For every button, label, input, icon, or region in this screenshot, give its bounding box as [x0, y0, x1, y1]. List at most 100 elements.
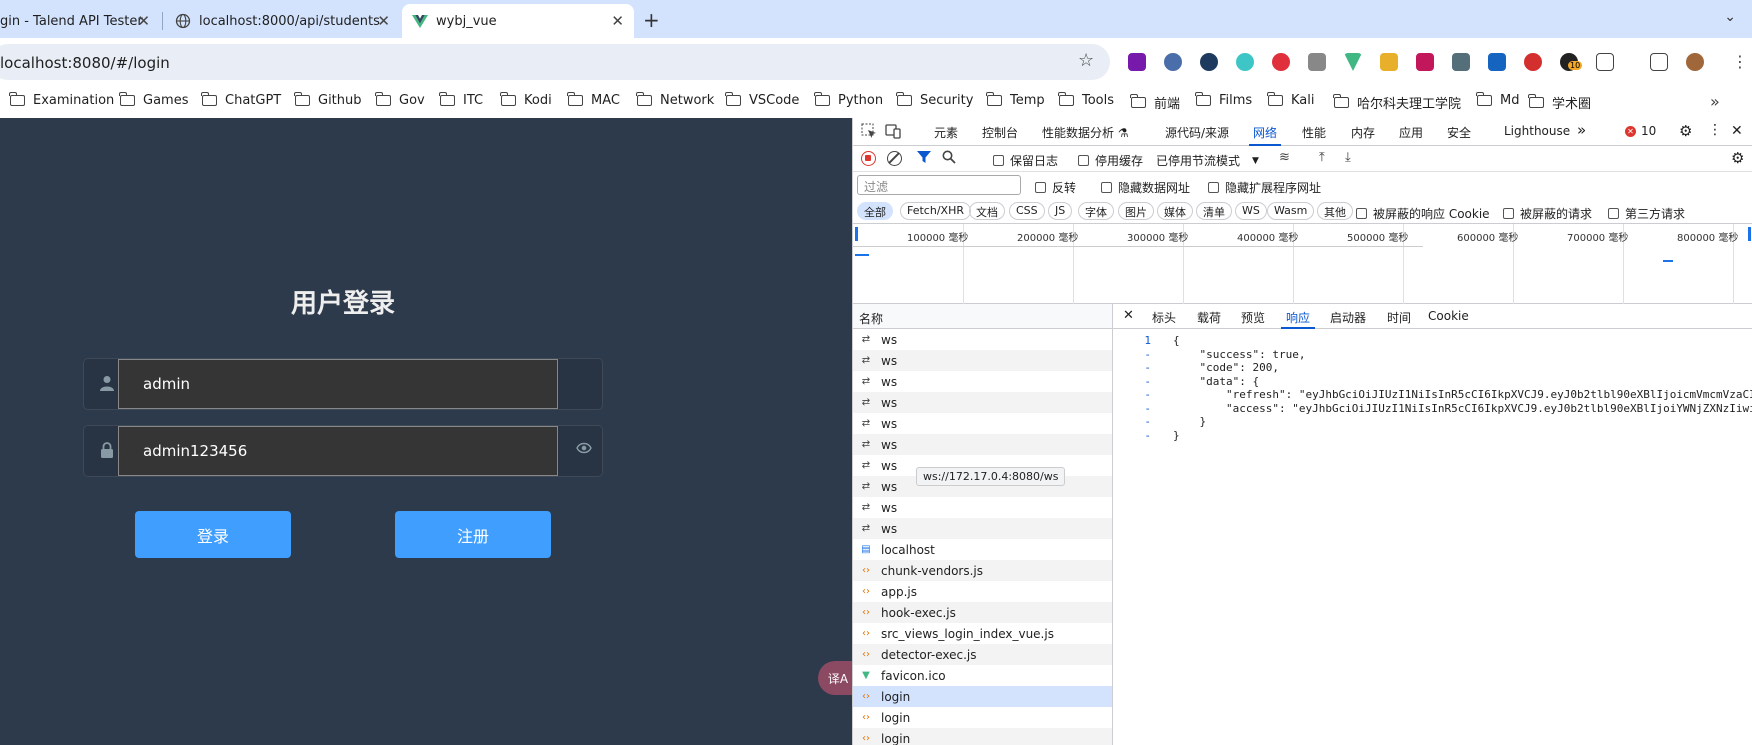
detail-tab-payload[interactable]: 载荷: [1197, 309, 1221, 326]
onenote-extension-icon[interactable]: [1128, 53, 1146, 71]
extension-icon[interactable]: [1524, 53, 1542, 71]
request-row[interactable]: ‹› login: [853, 686, 1112, 707]
bookmark-folder[interactable]: ITC: [439, 92, 483, 108]
clear-icon[interactable]: [887, 151, 902, 166]
chevron-double-right-icon[interactable]: »: [1710, 92, 1720, 111]
devtools-tab-console[interactable]: 控制台: [982, 124, 1018, 141]
request-row[interactable]: ‹› chunk-vendors.js: [853, 560, 1112, 581]
detail-tab-headers[interactable]: 标头: [1152, 309, 1176, 326]
close-icon[interactable]: ✕: [1731, 123, 1743, 139]
upload-icon[interactable]: ⤒: [1319, 150, 1325, 165]
bookmark-folder[interactable]: 哈尔科夫理工学院: [1333, 93, 1461, 112]
detail-tab-response[interactable]: 响应: [1280, 309, 1316, 329]
request-row[interactable]: ‹› app.js: [853, 581, 1112, 602]
browser-tab-talend[interactable]: gin - Talend API Tester ✕: [0, 4, 160, 38]
request-row[interactable]: ▤ localhost: [853, 539, 1112, 560]
third-party-checkbox[interactable]: 第三方请求: [1608, 205, 1685, 222]
devtools-tab-elements[interactable]: 元素: [934, 124, 958, 141]
detail-tab-initiator[interactable]: 启动器: [1330, 309, 1366, 326]
bookmark-folder[interactable]: Network: [636, 92, 714, 108]
adblock-extension-icon[interactable]: [1272, 53, 1290, 71]
timeline-start-handle[interactable]: [855, 227, 858, 241]
puzzle-icon[interactable]: [1596, 53, 1614, 71]
disable-cache-checkbox[interactable]: 停用缓存: [1078, 152, 1143, 169]
check-extension-icon[interactable]: [1200, 53, 1218, 71]
blocked-requests-checkbox[interactable]: 被屏蔽的请求: [1503, 205, 1592, 222]
record-stop-icon[interactable]: [861, 151, 876, 166]
type-filter-fetch-xhr[interactable]: Fetch/XHR: [900, 202, 971, 220]
error-counter[interactable]: ✕ 10: [1625, 124, 1656, 138]
bookmark-folder[interactable]: ChatGPT: [201, 92, 281, 108]
extension-icon[interactable]: [1416, 53, 1434, 71]
bookmark-folder[interactable]: Md: [1476, 92, 1519, 108]
type-filter-css[interactable]: CSS: [1009, 202, 1045, 220]
bookmark-folder[interactable]: Games: [119, 92, 188, 108]
bookmark-folder[interactable]: Films: [1195, 92, 1252, 108]
request-row[interactable]: ▼ favicon.ico: [853, 665, 1112, 686]
bookmark-folder[interactable]: Tools: [1058, 92, 1114, 108]
devtools-tab-performance-insights[interactable]: 性能数据分析 ⚗: [1042, 124, 1129, 141]
bookmark-folder[interactable]: 前端: [1130, 93, 1180, 112]
username-input[interactable]: [118, 359, 558, 409]
detail-tab-cookies[interactable]: Cookie: [1428, 309, 1469, 323]
p-extension-icon[interactable]: [1236, 53, 1254, 71]
request-row[interactable]: ‹› login: [853, 728, 1112, 745]
type-filter-wasm[interactable]: Wasm: [1267, 202, 1315, 220]
browser-tab-wybj-vue[interactable]: wybj_vue ✕: [402, 4, 634, 38]
gear-icon[interactable]: ⚙: [1679, 122, 1692, 140]
type-filter-js[interactable]: JS: [1048, 202, 1073, 220]
password-input[interactable]: [118, 426, 558, 476]
bookmark-folder[interactable]: Kodi: [500, 92, 552, 108]
request-row[interactable]: ⇄ ws: [853, 329, 1112, 350]
request-row[interactable]: ⇄ ws: [853, 413, 1112, 434]
devtools-tab-performance[interactable]: 性能: [1302, 124, 1326, 141]
extension-icon[interactable]: [1308, 53, 1326, 71]
type-filter-doc[interactable]: 文档: [969, 202, 1005, 220]
detail-tab-timing[interactable]: 时间: [1387, 309, 1411, 326]
network-conditions-icon[interactable]: ≋: [1279, 150, 1290, 165]
invert-checkbox[interactable]: 反转: [1035, 179, 1076, 196]
bookmark-folder[interactable]: Examination: [9, 92, 114, 108]
eye-icon[interactable]: [576, 442, 592, 458]
timeline-end-handle[interactable]: [1748, 227, 1751, 241]
avatar[interactable]: [1686, 53, 1704, 71]
extension-icon[interactable]: [1488, 53, 1506, 71]
register-button[interactable]: 注册: [395, 511, 551, 558]
detail-tab-preview[interactable]: 预览: [1241, 309, 1265, 326]
blocked-cookies-checkbox[interactable]: 被屏蔽的响应 Cookie: [1356, 205, 1490, 222]
inspect-element-icon[interactable]: [861, 123, 877, 143]
hide-extension-urls-checkbox[interactable]: 隐藏扩展程序网址: [1208, 179, 1321, 196]
extension-icon[interactable]: [1164, 53, 1182, 71]
network-timeline-overview[interactable]: 100000 毫秒 200000 毫秒 300000 毫秒 400000 毫秒 …: [853, 224, 1752, 304]
request-row[interactable]: ⇄ ws: [853, 497, 1112, 518]
devtools-tab-security[interactable]: 安全: [1447, 124, 1471, 141]
browser-tab-students[interactable]: localhost:8000/api/students ✕: [165, 4, 400, 38]
type-filter-all[interactable]: 全部: [857, 202, 893, 220]
throttling-select[interactable]: 已停用节流模式 ▼: [1156, 152, 1259, 169]
request-row[interactable]: ⇄ ws: [853, 518, 1112, 539]
type-filter-other[interactable]: 其他: [1317, 202, 1353, 220]
extension-icon[interactable]: 10: [1560, 53, 1583, 71]
type-filter-font[interactable]: 字体: [1078, 202, 1114, 220]
filter-icon[interactable]: [917, 150, 931, 168]
new-tab-button[interactable]: +: [643, 8, 660, 32]
bookmark-folder[interactable]: 学术圈: [1528, 93, 1591, 112]
bookmark-folder[interactable]: Gov: [375, 92, 425, 108]
type-filter-img[interactable]: 图片: [1118, 202, 1154, 220]
devtools-tab-lighthouse[interactable]: Lighthouse: [1504, 124, 1570, 138]
close-icon[interactable]: ✕: [137, 12, 150, 30]
download-icon[interactable]: ⤓: [1345, 150, 1351, 165]
login-button[interactable]: 登录: [135, 511, 291, 558]
request-row[interactable]: ‹› detector-exec.js: [853, 644, 1112, 665]
hide-data-urls-checkbox[interactable]: 隐藏数据网址: [1101, 179, 1190, 196]
response-body[interactable]: 1{- "success": true, - "code": 200, - "dat…: [1113, 334, 1752, 442]
request-row[interactable]: ‹› src_views_login_index_vue.js: [853, 623, 1112, 644]
bookmark-star-icon[interactable]: ☆: [1078, 50, 1094, 71]
request-row[interactable]: ⇄ ws: [853, 350, 1112, 371]
search-icon[interactable]: [942, 150, 956, 168]
vue-devtools-icon[interactable]: [1344, 53, 1362, 71]
close-icon[interactable]: ✕: [611, 12, 624, 30]
name-column-header[interactable]: 名称: [853, 304, 1112, 329]
side-panel-icon[interactable]: [1650, 53, 1668, 71]
bookmark-folder[interactable]: Kali: [1267, 92, 1315, 108]
